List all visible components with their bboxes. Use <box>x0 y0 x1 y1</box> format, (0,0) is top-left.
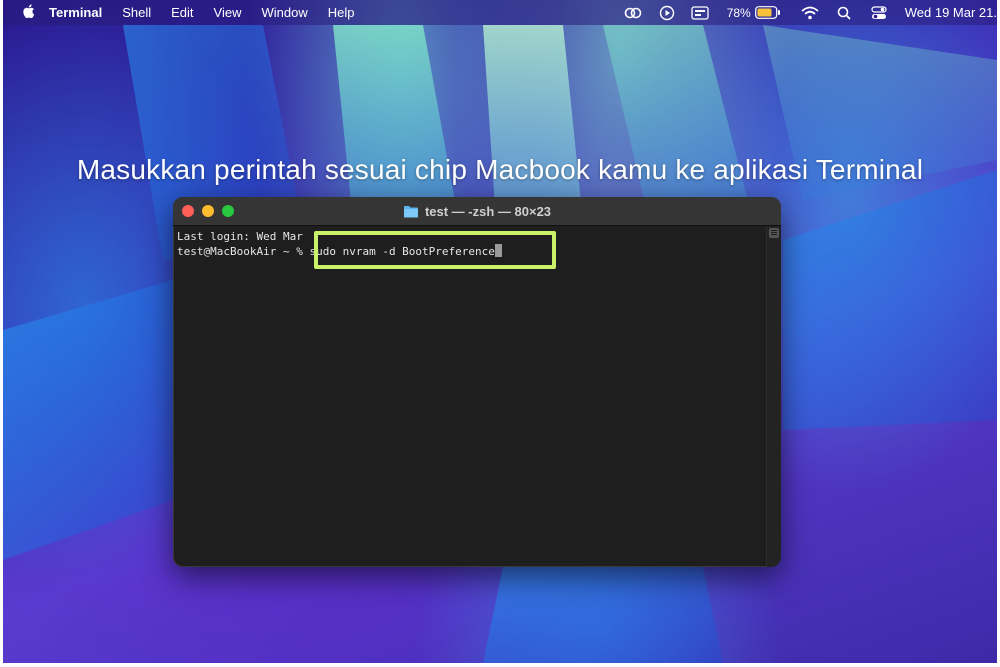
battery-percent: 78% <box>726 5 751 20</box>
terminal-titlebar[interactable]: test — -zsh — 80×23 <box>173 197 781 226</box>
apple-menu-icon[interactable] <box>23 4 35 21</box>
folder-icon <box>403 205 418 217</box>
menu-clock[interactable]: Wed 19 Mar 21. <box>905 5 997 20</box>
battery-status[interactable]: 78% <box>727 6 781 20</box>
window-title: test — -zsh — 80×23 <box>173 197 781 225</box>
typed-command: sudo nvram -d BootPreference <box>309 245 495 258</box>
wifi-icon[interactable] <box>801 6 819 20</box>
scroll-menu-icon[interactable] <box>769 228 779 238</box>
play-circle-icon[interactable] <box>659 5 675 21</box>
spotlight-search-icon[interactable] <box>837 6 851 20</box>
keyboard-input-icon[interactable] <box>691 5 709 20</box>
tutorial-caption: Masukkan perintah sesuai chip Macbook ka… <box>76 154 924 185</box>
battery-icon <box>754 6 780 19</box>
menu-edit[interactable]: Edit <box>171 5 193 20</box>
command-line: test@MacBookAir ~ % sudo nvram -d BootPr… <box>177 244 763 259</box>
creative-cloud-icon[interactable] <box>623 5 643 21</box>
menu-bar: Terminal Shell Edit View Window Help 78%… <box>3 0 997 25</box>
terminal-scrollbar[interactable] <box>766 226 781 567</box>
control-center-icon[interactable] <box>871 5 887 21</box>
last-login-line: Last login: Wed Mar <box>177 229 763 244</box>
menu-view[interactable]: View <box>214 5 242 20</box>
shell-prompt: test@MacBookAir ~ % <box>177 245 303 258</box>
menu-shell[interactable]: Shell <box>122 5 151 20</box>
menu-help[interactable]: Help <box>328 5 355 20</box>
terminal-window: test — -zsh — 80×23 Last login: Wed Mar t… <box>173 197 781 567</box>
text-cursor <box>494 244 502 257</box>
menu-app-terminal[interactable]: Terminal <box>49 5 102 20</box>
last-login-text: Last login: Wed Mar <box>177 230 303 243</box>
terminal-output[interactable]: Last login: Wed Mar test@MacBookAir ~ % s… <box>173 226 767 567</box>
menu-window[interactable]: Window <box>262 5 308 20</box>
window-title-text: test — -zsh — 80×23 <box>424 203 552 219</box>
